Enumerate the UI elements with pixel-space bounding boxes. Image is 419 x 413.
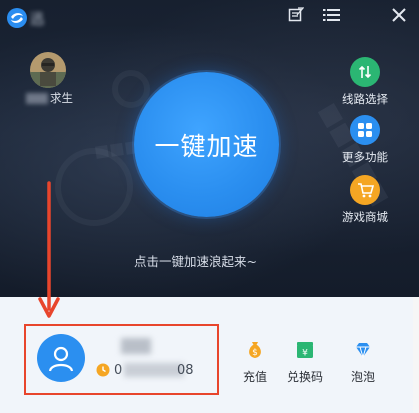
grid-icon — [350, 115, 380, 145]
accelerate-hint: 点击一键加速浪起来~ — [134, 254, 257, 269]
bg-steam-logo-decoration — [55, 148, 133, 226]
recharge-button[interactable]: $ 充值 — [235, 340, 275, 385]
menu-button[interactable] — [318, 3, 344, 27]
game-name-redacted — [26, 93, 48, 104]
recharge-label: 充值 — [242, 370, 267, 384]
svg-text:¥: ¥ — [302, 349, 308, 359]
gift-code-icon: ¥ — [297, 342, 313, 359]
notes-button[interactable] — [283, 3, 309, 27]
redeem-code-label: 兑换码 — [286, 370, 323, 384]
close-icon — [392, 8, 406, 22]
user-avatar-button[interactable] — [37, 334, 85, 382]
accelerate-label: 一键加速 — [154, 131, 259, 161]
game-label-text: 求生 — [50, 91, 73, 105]
svg-text:$: $ — [252, 348, 258, 358]
feature-route-select[interactable]: 线路选择 — [340, 57, 390, 107]
panel-edge — [413, 297, 419, 413]
notes-icon — [288, 7, 304, 22]
diamond-icon — [356, 343, 370, 359]
clock-icon — [96, 363, 110, 377]
money-bag-icon: $ — [249, 342, 261, 358]
menu-icon — [322, 9, 340, 21]
feature-more[interactable]: 更多功能 — [340, 115, 390, 165]
game-avatar-icon — [30, 52, 66, 88]
app-window: ■■■■ ■■■■■ 迅 求生 一键加速 点击一键加速浪起来~ 线路选择 更多功… — [0, 0, 419, 413]
feature-store-label: 游戏商城 — [342, 210, 388, 224]
remaining-time-suffix: 08 — [177, 363, 194, 378]
main-panel: ■■■■ ■■■■■ 迅 求生 一键加速 点击一键加速浪起来~ 线路选择 更多功… — [0, 0, 419, 297]
remaining-time-prefix: 0 — [114, 363, 123, 378]
app-logo-icon — [7, 8, 27, 28]
bubble-button[interactable]: 泡泡 — [343, 340, 383, 385]
game-label: 求生 — [26, 90, 96, 106]
window-title: 迅 — [30, 12, 44, 28]
route-icon — [350, 57, 380, 87]
one-click-accelerate-button[interactable]: 一键加速 — [134, 72, 279, 217]
cart-icon — [350, 175, 380, 205]
feature-route-label: 线路选择 — [342, 92, 388, 106]
feature-more-label: 更多功能 — [342, 150, 388, 164]
feature-game-store[interactable]: 游戏商城 — [340, 175, 390, 225]
close-button[interactable] — [386, 3, 412, 27]
remaining-time-redacted — [124, 363, 184, 377]
user-avatar-icon — [48, 346, 74, 372]
user-name-redacted — [121, 338, 151, 354]
bg-gear-decoration — [112, 70, 150, 108]
redeem-code-button[interactable]: ¥ 兑换码 — [285, 340, 325, 385]
bubble-label: 泡泡 — [350, 370, 375, 384]
